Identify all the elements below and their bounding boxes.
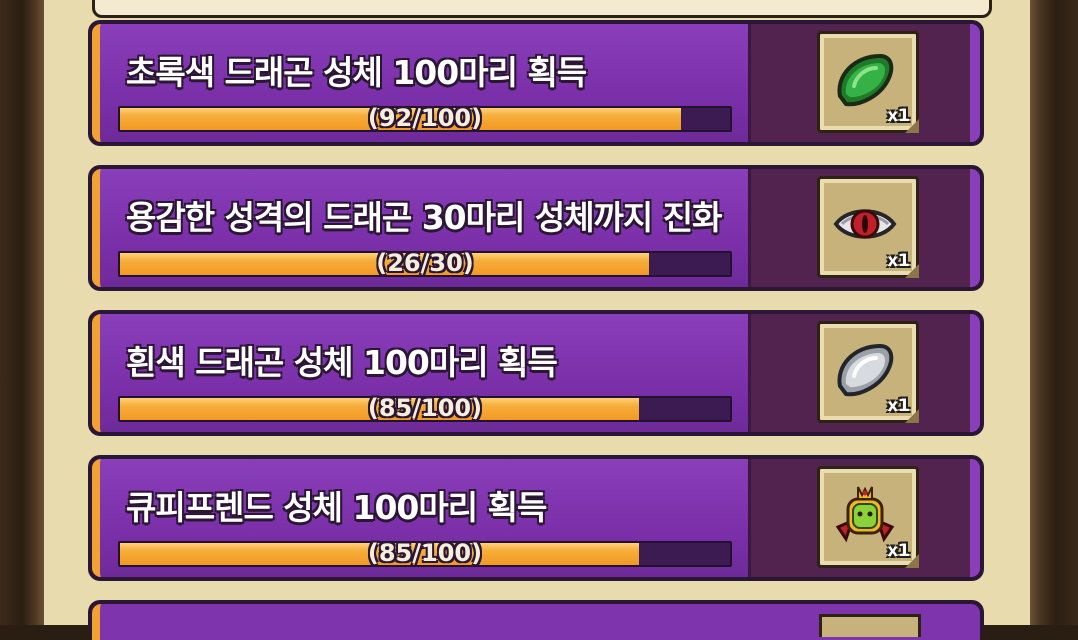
reward-zone: x1 xyxy=(748,169,980,287)
quest-body: 용감한 성격의 드래곤 30마리 성체까지 진화 (26/30) xyxy=(100,169,748,287)
cupid-badge-icon xyxy=(835,486,895,543)
quest-title: 흰색 드래곤 성체 100마리 획득 xyxy=(126,343,558,382)
quest-card[interactable]: 초록색 드래곤 성체 100마리 획득 (92/100) x1 xyxy=(88,20,984,146)
quest-card-inner: 큐피프렌드 성체 100마리 획득 (85/100) x1 xyxy=(92,459,980,577)
quest-body: 큐피프렌드 성체 100마리 획득 (85/100) xyxy=(100,459,748,577)
quest-title: 초록색 드래곤 성체 100마리 획득 xyxy=(126,53,587,92)
progress-text: (85/100) xyxy=(367,394,483,422)
quest-title: 용감한 성격의 드래곤 30마리 성체까지 진화 xyxy=(126,198,722,237)
green-scale-icon xyxy=(837,53,894,107)
dragon-eye-icon xyxy=(833,209,897,239)
reward-item[interactable]: x1 xyxy=(817,321,919,423)
quest-card[interactable]: 용감한 성격의 드래곤 30마리 성체까지 진화 (26/30) x1 xyxy=(88,165,984,291)
quest-title: 큐피프렌드 성체 100마리 획득 xyxy=(126,488,547,527)
reward-count: x1 xyxy=(887,396,910,416)
quest-panel: 초록색 드래곤 성체 100마리 획득 (92/100) x1 용감한 성격의 … xyxy=(44,0,1030,640)
reward-zone: x1 xyxy=(748,459,980,577)
quest-body: 초록색 드래곤 성체 100마리 획득 (92/100) xyxy=(100,24,748,142)
reward-item[interactable]: x1 xyxy=(817,176,919,278)
progress-bar: (92/100) xyxy=(118,104,732,132)
reward-zone: x1 xyxy=(748,314,980,432)
quest-body: 흰색 드래곤 성체 100마리 획득 (85/100) xyxy=(100,314,748,432)
reward-item[interactable]: x1 xyxy=(817,466,919,568)
previous-quest-card-partial xyxy=(92,0,992,18)
quest-card-inner: 흰색 드래곤 성체 100마리 획득 (85/100) x1 xyxy=(92,314,980,432)
next-reward-item-partial xyxy=(819,614,921,637)
frame-right xyxy=(1030,0,1078,625)
progress-bar: (85/100) xyxy=(118,539,732,567)
progress-bar: (85/100) xyxy=(118,394,732,422)
quest-card[interactable]: 큐피프렌드 성체 100마리 획득 (85/100) x1 xyxy=(88,455,984,581)
progress-text: (92/100) xyxy=(367,104,483,132)
quest-card-inner: 초록색 드래곤 성체 100마리 획득 (92/100) x1 xyxy=(92,24,980,142)
progress-text: (26/30) xyxy=(376,249,474,277)
reward-count: x1 xyxy=(887,106,910,126)
progress-bar: (26/30) xyxy=(118,249,732,277)
quest-card[interactable]: 흰색 드래곤 성체 100마리 획득 (85/100) x1 xyxy=(88,310,984,436)
reward-zone: x1 xyxy=(748,24,980,142)
reward-count: x1 xyxy=(887,251,910,271)
reward-item[interactable]: x1 xyxy=(817,31,919,133)
quest-card-inner: 용감한 성격의 드래곤 30마리 성체까지 진화 (26/30) x1 xyxy=(92,169,980,287)
progress-text: (85/100) xyxy=(367,539,483,567)
frame-left xyxy=(0,0,44,625)
reward-count: x1 xyxy=(887,541,910,561)
white-scale-icon xyxy=(837,343,894,397)
